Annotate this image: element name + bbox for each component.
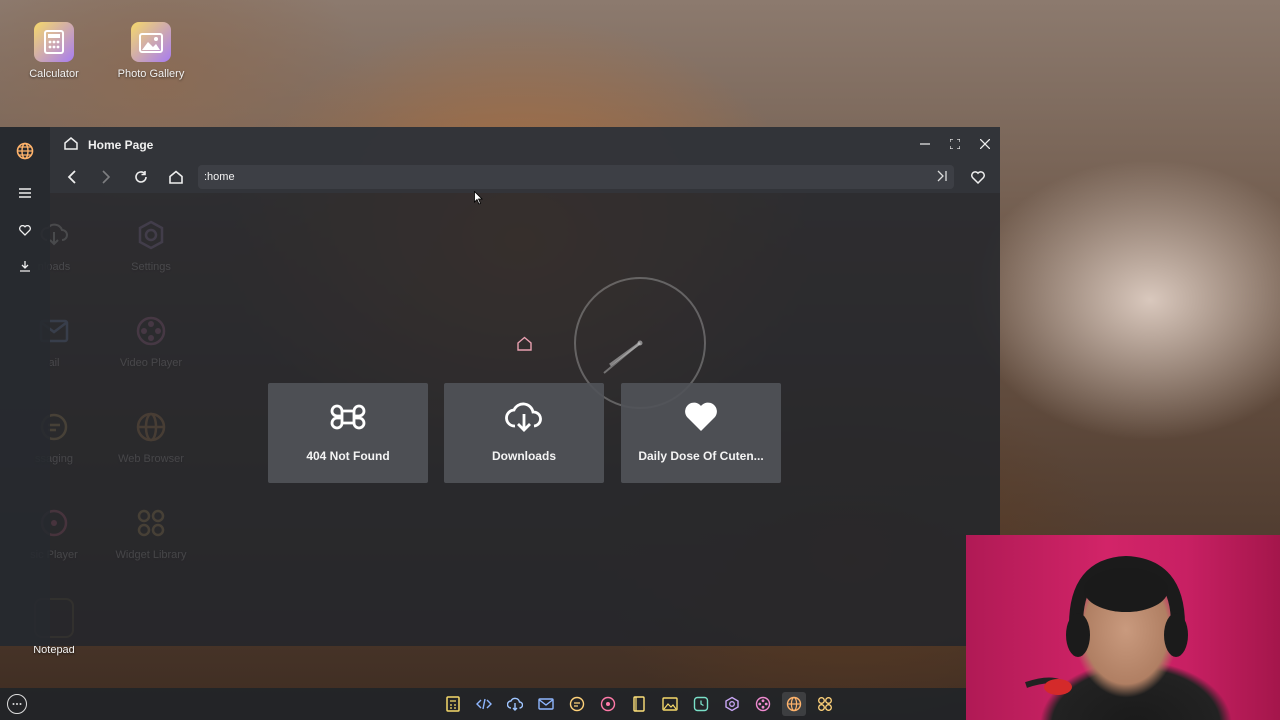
- globe-icon[interactable]: [13, 139, 37, 163]
- taskbar-video-player-icon[interactable]: [754, 695, 772, 713]
- address-text: :home: [204, 171, 235, 183]
- cloud-download-icon: [444, 397, 604, 437]
- tile-label: Downloads: [491, 449, 556, 463]
- taskbar-clock-icon[interactable]: [692, 695, 710, 713]
- webcam-overlay: [966, 535, 1280, 720]
- taskbar-calculator-icon[interactable]: [444, 695, 462, 713]
- command-icon: [268, 397, 428, 437]
- taskbar-music-player-icon[interactable]: [599, 695, 617, 713]
- tile-downloads[interactable]: Downloads: [444, 383, 604, 483]
- taskbar-settings-icon[interactable]: [723, 695, 741, 713]
- heart-filled-icon: [621, 397, 781, 437]
- home-button[interactable]: [165, 166, 187, 188]
- desktop-icon-calculator[interactable]: Calculator: [9, 22, 99, 80]
- close-button[interactable]: [974, 133, 996, 155]
- back-button[interactable]: [61, 166, 83, 188]
- taskbar-code-icon[interactable]: [475, 695, 493, 713]
- forward-button[interactable]: [95, 166, 117, 188]
- menu-icon[interactable]: [13, 181, 37, 205]
- taskbar-notepad-icon[interactable]: [630, 695, 648, 713]
- title-bar[interactable]: Home Page: [50, 127, 1000, 161]
- taskbar: [0, 688, 966, 720]
- taskbar-widget-library-icon[interactable]: [816, 695, 834, 713]
- desktop-icon-label: Photo Gallery: [117, 68, 185, 80]
- taskbar-photo-gallery-icon[interactable]: [661, 695, 679, 713]
- download-icon[interactable]: [13, 254, 37, 278]
- reload-button[interactable]: [130, 166, 152, 188]
- heart-icon[interactable]: [13, 218, 37, 242]
- maximize-button[interactable]: [944, 133, 966, 155]
- tile-label: Daily Dose Of Cuten...: [638, 449, 764, 463]
- desktop-icon-photo-gallery[interactable]: Photo Gallery: [106, 22, 196, 80]
- favorite-button[interactable]: [967, 166, 989, 188]
- tile-404-not-found[interactable]: 404 Not Found: [268, 383, 428, 483]
- taskbar-web-browser-icon[interactable]: [782, 692, 806, 716]
- taskbar-messaging-icon[interactable]: [568, 695, 586, 713]
- minimize-button[interactable]: [914, 133, 936, 155]
- taskbar-mail-icon[interactable]: [537, 695, 555, 713]
- go-icon[interactable]: [936, 170, 948, 185]
- start-button[interactable]: [7, 694, 27, 714]
- browser-sidebar: [0, 127, 50, 646]
- browser-window: nloads Settings ail Video Player ssaging…: [0, 127, 1000, 646]
- tile-daily-dose[interactable]: Daily Dose Of Cuten...: [621, 383, 781, 483]
- navigation-bar: :home: [50, 161, 1000, 193]
- desktop-icon-label: Calculator: [29, 68, 79, 80]
- tile-label: 404 Not Found: [306, 449, 390, 463]
- calculator-icon: [34, 22, 74, 62]
- home-icon: [64, 137, 78, 155]
- taskbar-cloud-icon[interactable]: [506, 695, 524, 713]
- home-page-icon: [517, 336, 532, 356]
- window-title: Home Page: [88, 138, 154, 152]
- mouse-cursor-icon: [474, 190, 483, 210]
- photo-gallery-icon: [131, 22, 171, 62]
- address-bar[interactable]: :home: [198, 165, 954, 189]
